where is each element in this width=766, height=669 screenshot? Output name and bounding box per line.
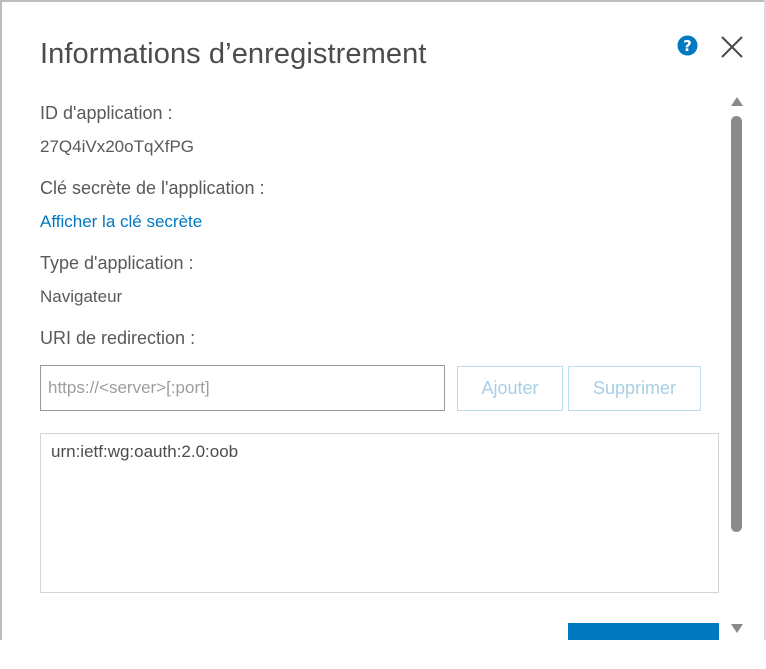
add-uri-button[interactable]: Ajouter <box>457 366 563 411</box>
app-id-label: ID d'application : <box>40 103 173 123</box>
uri-list-item[interactable]: urn:ietf:wg:oauth:2.0:oob <box>51 442 238 462</box>
app-type-label: Type d'application : <box>40 253 194 273</box>
scroll-down-icon[interactable] <box>730 622 744 634</box>
scrollbar-thumb[interactable] <box>731 116 742 532</box>
redirect-uri-list[interactable]: urn:ietf:wg:oauth:2.0:oob <box>40 433 719 593</box>
redirect-uri-input[interactable] <box>40 365 445 411</box>
svg-text:?: ? <box>683 37 692 55</box>
redirect-uri-label: URI de redirection : <box>40 328 196 348</box>
dialog-title: Informations d’enregistrement <box>40 38 427 70</box>
scroll-up-icon[interactable] <box>730 96 744 108</box>
app-id-value: 27Q4iVx20oTqXfPG <box>40 137 195 156</box>
show-secret-link[interactable]: Afficher la clé secrète <box>40 212 202 232</box>
dialog-frame-top <box>0 0 766 2</box>
app-secret-label: Clé secrète de l'application : <box>40 178 265 198</box>
app-type-value: Navigateur <box>40 287 123 306</box>
remove-uri-button[interactable]: Supprimer <box>568 366 701 411</box>
close-icon[interactable] <box>720 35 744 59</box>
help-icon[interactable]: ? <box>677 35 698 56</box>
dialog-bottom-clip <box>0 640 766 669</box>
dialog-frame-left <box>0 0 2 669</box>
